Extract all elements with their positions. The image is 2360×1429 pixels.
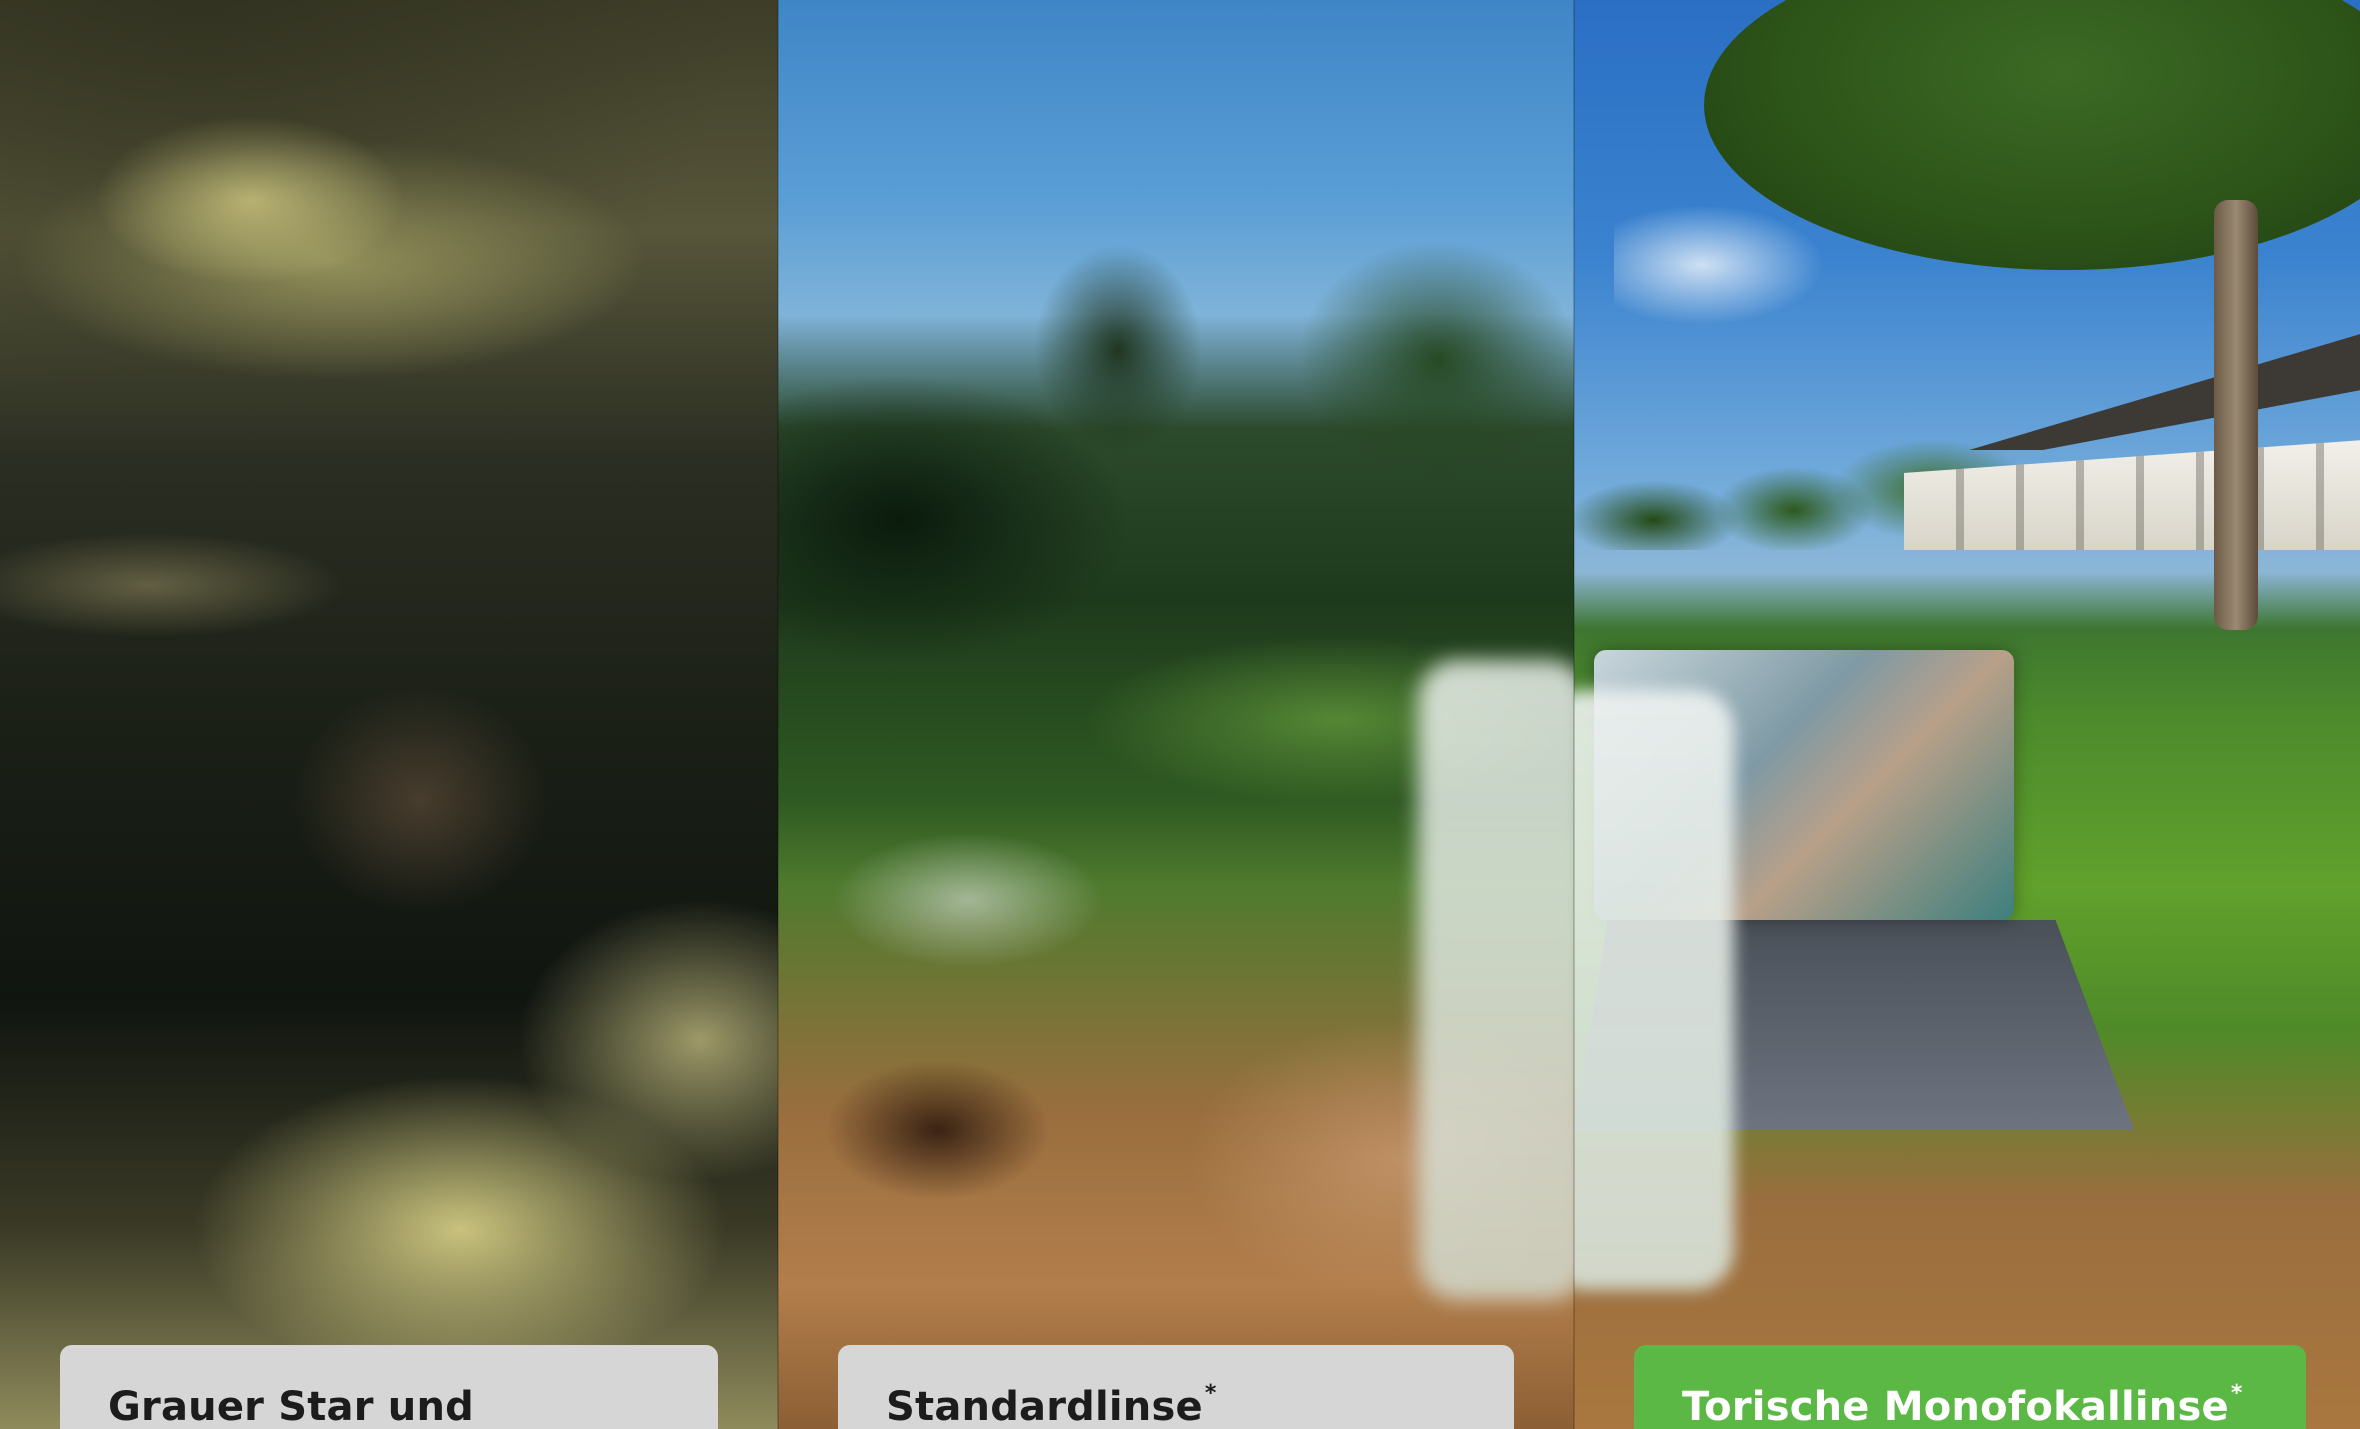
- panel-divider: [1573, 0, 1575, 1429]
- tree-trunk: [2214, 200, 2258, 630]
- panel-standard-lens-view: [778, 0, 1574, 1429]
- label-cataract-text: Grauer Star und: [108, 1384, 474, 1429]
- sky-cloud: [1614, 200, 1834, 330]
- label-toric-lens-text: Torische Monofokallinse: [1682, 1384, 2229, 1429]
- vision-comparison: Grauer Star und Standardlinse* Torische …: [0, 0, 2360, 1429]
- label-standard-lens: Standardlinse*: [838, 1345, 1514, 1429]
- panel-divider: [777, 0, 779, 1429]
- footnote-marker: *: [1204, 1381, 1217, 1406]
- label-cataract: Grauer Star und: [60, 1345, 718, 1429]
- label-toric-lens: Torische Monofokallinse*: [1634, 1345, 2306, 1429]
- panel-toric-lens-view: [1574, 0, 2360, 1429]
- smartphone: [1574, 690, 1734, 1290]
- panel-cataract-view: [0, 0, 778, 1429]
- footnote-marker: *: [2230, 1381, 2243, 1406]
- label-standard-lens-text: Standardlinse: [886, 1384, 1203, 1429]
